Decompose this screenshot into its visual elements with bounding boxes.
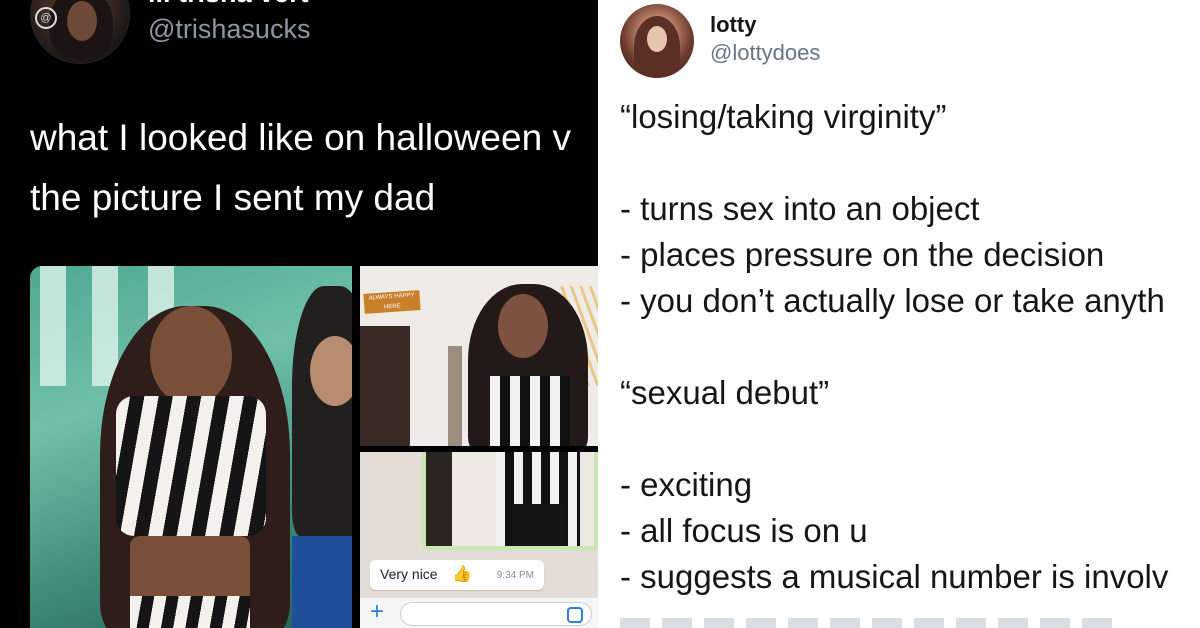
right-tweet-handle[interactable]: @lottydoes bbox=[710, 40, 820, 66]
door bbox=[426, 452, 452, 546]
halloween-party-photo[interactable] bbox=[30, 266, 352, 628]
chat-input-field[interactable] bbox=[400, 602, 592, 626]
chat-screenshot: Very nice 👍 9:34 PM + bbox=[360, 452, 598, 628]
referee-shirt bbox=[490, 376, 570, 446]
chat-message-time: 9:34 PM bbox=[496, 570, 534, 581]
person-face bbox=[498, 294, 548, 358]
right-tweet-panel: lotty @lottydoes “losing/taking virginit… bbox=[598, 0, 1200, 628]
person-face bbox=[150, 306, 232, 406]
referee-shorts bbox=[130, 596, 250, 628]
mirror-stand bbox=[448, 346, 462, 446]
left-tweet-panel: @ lil trisha vert @trishasucks what I lo… bbox=[0, 0, 598, 628]
chat-message-text: Very nice bbox=[380, 566, 438, 582]
right-tweet-text: “losing/taking virginity” - turns sex in… bbox=[620, 98, 1169, 595]
chat-image-message[interactable] bbox=[422, 452, 598, 550]
wall-stripe bbox=[40, 266, 66, 386]
thumbs-up-icon: 👍 bbox=[452, 566, 472, 583]
person-legs bbox=[512, 504, 564, 546]
chat-image-photo bbox=[426, 452, 594, 546]
friend-jersey bbox=[292, 536, 352, 628]
left-tweet-text-line-2: the picture I sent my dad bbox=[30, 177, 436, 218]
left-tweet-text-line-1: what I looked like on halloween v bbox=[30, 117, 571, 158]
friend-figure bbox=[292, 286, 352, 536]
chat-input-bar: + bbox=[360, 598, 598, 628]
tweet-timestamp-cut bbox=[620, 618, 1120, 628]
right-tweet-avatar[interactable] bbox=[620, 4, 694, 78]
spiral-icon: @ bbox=[35, 7, 57, 29]
plus-icon[interactable]: + bbox=[370, 598, 384, 626]
closet bbox=[360, 326, 410, 446]
wall-stripe bbox=[92, 266, 118, 386]
left-tweet-avatar[interactable]: @ bbox=[30, 0, 130, 64]
room-sign: ALWAYS HAPPY HERE bbox=[363, 290, 421, 314]
right-tweet-display-name[interactable]: lotty bbox=[710, 12, 756, 38]
avatar-face bbox=[647, 26, 667, 52]
referee-crop-top bbox=[116, 396, 266, 536]
avatar-face bbox=[67, 1, 97, 41]
friend-face bbox=[310, 336, 352, 406]
sticker-icon[interactable] bbox=[567, 607, 583, 623]
left-tweet-text: what I looked like on halloween v the pi… bbox=[30, 108, 598, 228]
left-tweet-handle[interactable]: @trishasucks bbox=[148, 14, 310, 45]
left-tweet-display-name[interactable]: lil trisha vert bbox=[148, 0, 309, 9]
bedroom-photo[interactable]: ALWAYS HAPPY HERE bbox=[360, 266, 598, 446]
chat-bubble: Very nice 👍 9:34 PM bbox=[370, 560, 544, 590]
